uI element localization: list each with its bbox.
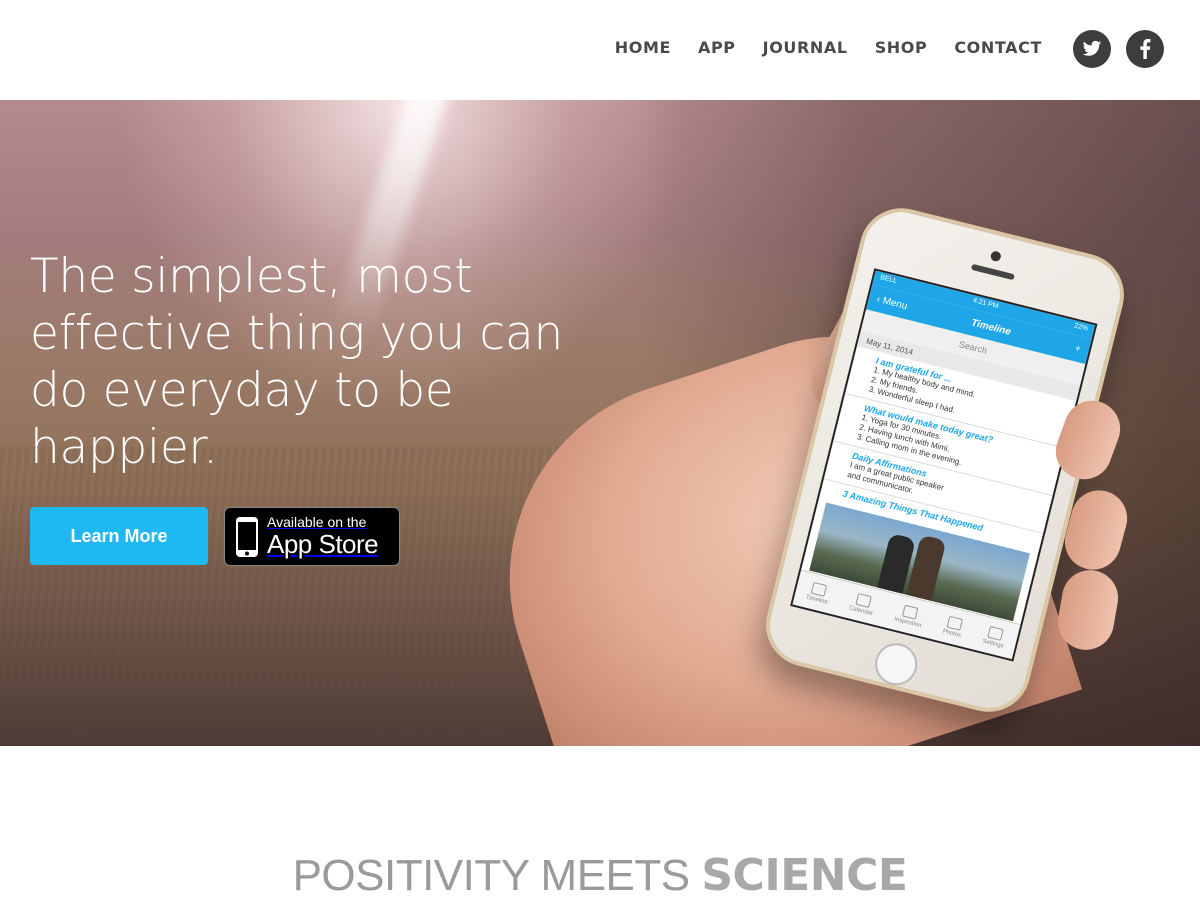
phone-search-text: Search (958, 339, 989, 356)
nav-shop[interactable]: SHOP (875, 38, 928, 57)
section-title: POSITIVITY MEETS SCIENCE (0, 850, 1200, 900)
status-battery: 22% (1073, 322, 1089, 333)
facebook-icon (1140, 39, 1151, 59)
timeline-icon (811, 581, 828, 597)
app-store-big: App Store (267, 529, 379, 559)
nav-app[interactable]: APP (698, 38, 736, 57)
twitter-button[interactable] (1073, 30, 1111, 68)
phone-plus-icon: + (1073, 342, 1083, 355)
learn-more-button[interactable]: Learn More (30, 507, 208, 565)
section-title-bold: SCIENCE (701, 850, 908, 900)
quote-icon (902, 604, 919, 620)
phone-speaker (970, 263, 1015, 281)
nav-contact[interactable]: CONTACT (954, 38, 1042, 57)
main-nav: HOME APP JOURNAL SHOP CONTACT (615, 38, 1042, 57)
section-title-light: POSITIVITY MEETS (292, 851, 702, 900)
tab-settings: Settings (982, 624, 1008, 649)
phone-title: Timeline (970, 316, 1013, 338)
calendar-icon (855, 592, 872, 608)
twitter-icon (1082, 40, 1102, 56)
site-header: HOME APP JOURNAL SHOP CONTACT (0, 0, 1200, 100)
hand-holding-phone: BELL 4:21 PM 22% ‹ Menu Timeline + Searc… (457, 100, 1200, 746)
tab-timeline: Timeline (805, 580, 832, 605)
app-store-text: Available on the App Store (267, 514, 379, 559)
facebook-button[interactable] (1126, 30, 1164, 68)
phone-menu-button: ‹ Menu (875, 293, 909, 312)
hero-headline: The simplest, most effective thing you c… (30, 249, 563, 475)
gear-icon (987, 625, 1004, 641)
phone-camera (989, 250, 1002, 263)
app-store-small: Available on the (267, 514, 367, 530)
nav-journal[interactable]: JOURNAL (763, 38, 848, 57)
tab-photos: Photos (942, 615, 965, 638)
tab-inspiration: Inspiration (894, 602, 926, 629)
app-store-badge[interactable]: Available on the App Store (224, 507, 400, 566)
photos-icon (946, 615, 963, 631)
iphone-icon (236, 516, 258, 557)
hero-section: The simplest, most effective thing you c… (0, 100, 1200, 746)
nav-home[interactable]: HOME (615, 38, 671, 57)
tab-calendar: Calendar (848, 591, 876, 617)
phone-home-button (870, 638, 922, 690)
